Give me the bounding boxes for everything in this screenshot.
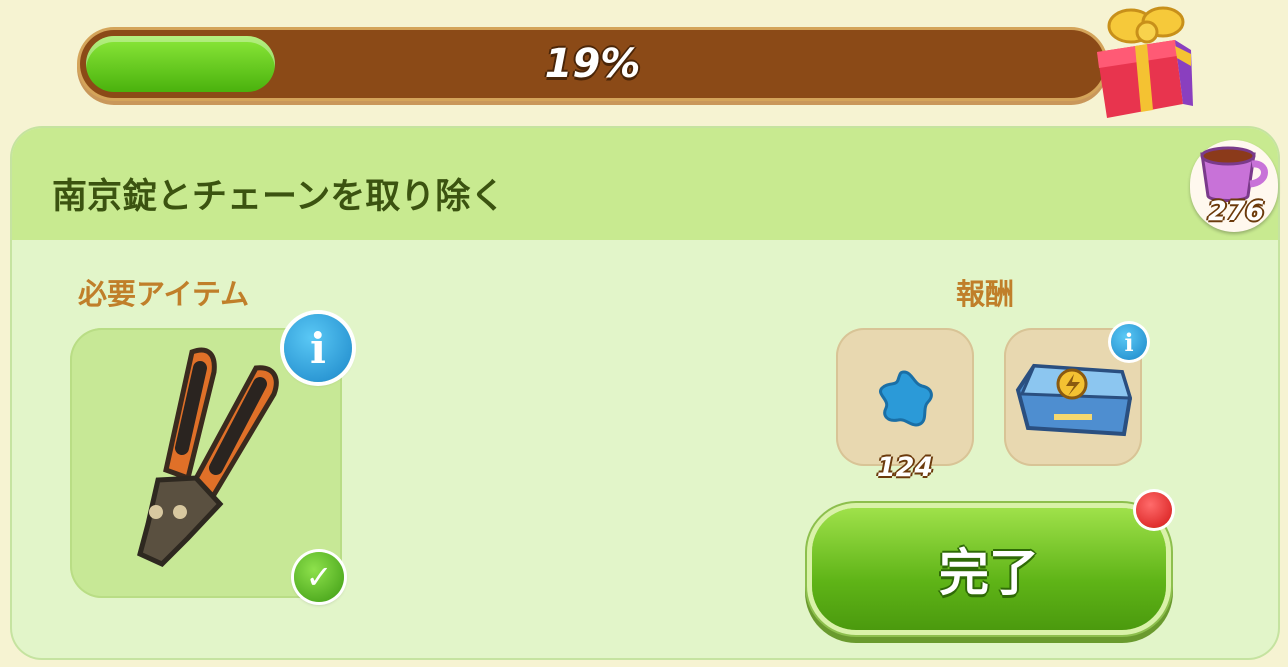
gift-box-icon[interactable] xyxy=(1083,0,1195,120)
complete-button[interactable]: 完了 xyxy=(812,508,1166,630)
required-items-label: 必要アイテム xyxy=(78,277,250,311)
progress-percent: 19% xyxy=(544,41,641,87)
notification-dot xyxy=(1136,492,1172,528)
quest-progress-bar: 19% xyxy=(80,30,1105,98)
quest-panel: 南京錠とチェーンを取り除く 必要アイテム 報酬 i ✓ 124 i 完了 xyxy=(12,128,1278,658)
currency-count: 276 xyxy=(1207,196,1265,227)
reward-star-tile[interactable] xyxy=(836,328,974,466)
reward-star-count: 124 xyxy=(876,452,934,483)
rewards-label: 報酬 xyxy=(956,277,1015,311)
checkmark-icon: ✓ xyxy=(294,552,344,602)
blue-star-icon xyxy=(879,370,933,427)
reward-chest-info-icon[interactable]: i xyxy=(1111,324,1147,360)
required-item-info-icon[interactable]: i xyxy=(284,314,352,382)
quest-title: 南京錠とチェーンを取り除く xyxy=(52,177,506,217)
